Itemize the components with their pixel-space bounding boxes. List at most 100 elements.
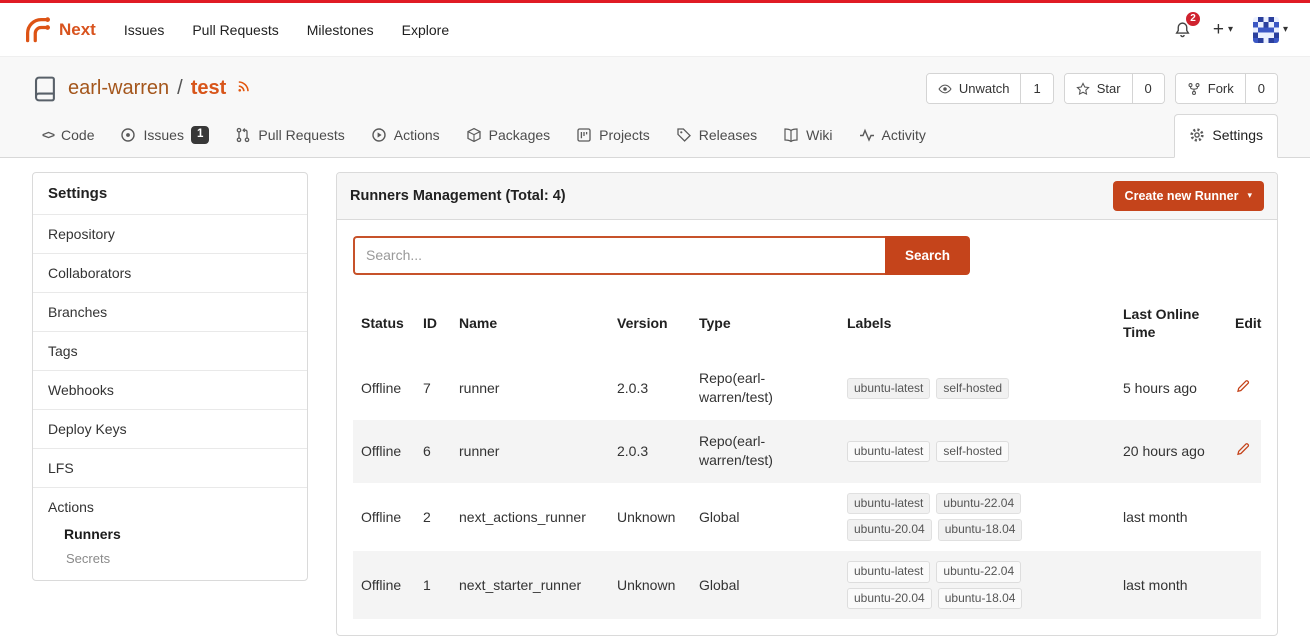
- repo-tab-bar: <> Code Issues 1 Pull Requests Actions: [32, 114, 1278, 157]
- edit-runner-button[interactable]: [1235, 441, 1251, 457]
- runner-labels: ubuntu-latest self-hosted: [847, 378, 1052, 400]
- tab-packages[interactable]: Packages: [456, 114, 560, 157]
- runner-id: 1: [415, 551, 451, 619]
- nav-link-explore[interactable]: Explore: [402, 22, 449, 38]
- runner-version: 2.0.3: [609, 357, 691, 420]
- fork-button-group: Fork 0: [1175, 73, 1278, 104]
- package-icon: [466, 127, 482, 143]
- star-icon: [1076, 82, 1090, 96]
- pull-request-icon: [235, 127, 251, 143]
- tab-releases[interactable]: Releases: [666, 114, 767, 157]
- runner-version: 2.0.3: [609, 420, 691, 483]
- runner-type: Repo(earl-warren/test): [691, 357, 839, 420]
- tag-icon: [676, 127, 692, 143]
- stars-count[interactable]: 0: [1133, 74, 1164, 103]
- repo-name-link[interactable]: test: [191, 77, 227, 100]
- tab-activity[interactable]: Activity: [849, 114, 936, 157]
- runner-last-online: 20 hours ago: [1115, 420, 1227, 483]
- pulse-icon: [859, 127, 875, 143]
- tab-settings[interactable]: Settings: [1174, 114, 1278, 158]
- book-icon: [783, 127, 799, 143]
- gear-icon: [1189, 127, 1205, 143]
- runner-last-online: last month: [1115, 483, 1227, 551]
- table-header-row: Status ID Name Version Type Labels Last …: [353, 289, 1261, 357]
- label-chip: ubuntu-22.04: [936, 561, 1021, 583]
- col-last-online: Last Online Time: [1115, 289, 1227, 357]
- runner-version: Unknown: [609, 551, 691, 619]
- sidebar-item-lfs[interactable]: LFS: [33, 448, 307, 487]
- runner-last-online: 5 hours ago: [1115, 357, 1227, 420]
- search-button[interactable]: Search: [885, 236, 970, 275]
- repo-separator: /: [177, 77, 183, 100]
- runner-status: Offline: [353, 357, 415, 420]
- avatar: [1253, 17, 1279, 43]
- runners-panel: Runners Management (Total: 4) Create new…: [336, 172, 1278, 637]
- label-chip: self-hosted: [936, 378, 1009, 400]
- home-link[interactable]: Next: [22, 15, 96, 45]
- runner-version: Unknown: [609, 483, 691, 551]
- create-new-menu-button[interactable]: + ▾: [1213, 20, 1233, 39]
- panel-title: Runners Management (Total: 4): [350, 188, 566, 204]
- sidebar-item-deploy-keys[interactable]: Deploy Keys: [33, 409, 307, 448]
- fork-label: Fork: [1208, 81, 1234, 96]
- label-chip: ubuntu-20.04: [847, 519, 932, 541]
- issues-count-badge: 1: [191, 126, 209, 144]
- tab-projects[interactable]: Projects: [566, 114, 660, 157]
- notifications-button[interactable]: 2: [1172, 17, 1193, 42]
- label-chip: self-hosted: [936, 441, 1009, 463]
- col-type: Type: [691, 289, 839, 357]
- runner-name: runner: [451, 357, 609, 420]
- watchers-count[interactable]: 1: [1021, 74, 1052, 103]
- edit-runner-button[interactable]: [1235, 378, 1251, 394]
- user-menu-button[interactable]: ▾: [1253, 17, 1288, 43]
- table-row: Offline 1 next_starter_runner Unknown Gl…: [353, 551, 1261, 619]
- repo-header-section: earl-warren / test Unwatch 1: [0, 57, 1310, 158]
- unwatch-button[interactable]: Unwatch: [927, 74, 1022, 103]
- star-button[interactable]: Star: [1065, 74, 1133, 103]
- table-row: Offline 2 next_actions_runner Unknown Gl…: [353, 483, 1261, 551]
- tab-wiki[interactable]: Wiki: [773, 114, 842, 157]
- sidebar-item-tags[interactable]: Tags: [33, 331, 307, 370]
- issue-icon: [120, 127, 136, 143]
- sidebar-item-webhooks[interactable]: Webhooks: [33, 370, 307, 409]
- sidebar-item-secrets[interactable]: Secrets: [33, 546, 307, 570]
- create-runner-button[interactable]: Create new Runner ▾: [1113, 181, 1264, 211]
- runner-last-online: last month: [1115, 551, 1227, 619]
- tab-actions[interactable]: Actions: [361, 114, 450, 157]
- sidebar-item-actions[interactable]: Actions: [33, 488, 307, 521]
- chevron-down-icon: ▾: [1228, 24, 1233, 35]
- sidebar-item-runners[interactable]: Runners: [33, 521, 307, 546]
- tab-code[interactable]: <> Code: [32, 114, 104, 157]
- runner-status: Offline: [353, 483, 415, 551]
- runner-name: next_starter_runner: [451, 551, 609, 619]
- sidebar-item-repository[interactable]: Repository: [33, 214, 307, 253]
- nav-link-pull-requests[interactable]: Pull Requests: [192, 22, 278, 38]
- table-row: Offline 7 runner 2.0.3 Repo(earl-warren/…: [353, 357, 1261, 420]
- nav-link-issues[interactable]: Issues: [124, 22, 164, 38]
- play-circle-icon: [371, 127, 387, 143]
- nav-link-milestones[interactable]: Milestones: [307, 22, 374, 38]
- sidebar-group-actions: Actions Runners Secrets: [33, 487, 307, 580]
- repo-owner-link[interactable]: earl-warren: [68, 77, 169, 100]
- chevron-down-icon: ▾: [1247, 190, 1252, 201]
- tab-issues[interactable]: Issues 1: [110, 114, 219, 157]
- forgejo-logo-icon: [22, 15, 52, 45]
- tab-pull-requests[interactable]: Pull Requests: [225, 114, 354, 157]
- search-input[interactable]: [353, 236, 885, 275]
- sidebar-item-branches[interactable]: Branches: [33, 292, 307, 331]
- forks-count[interactable]: 0: [1246, 74, 1277, 103]
- runner-labels: ubuntu-latest ubuntu-22.04 ubuntu-20.04 …: [847, 493, 1052, 541]
- rss-feed-icon[interactable]: [236, 79, 251, 94]
- star-button-group: Star 0: [1064, 73, 1165, 104]
- label-chip: ubuntu-latest: [847, 561, 930, 583]
- runner-labels: ubuntu-latest ubuntu-22.04 ubuntu-20.04 …: [847, 561, 1052, 609]
- eye-icon: [938, 82, 952, 96]
- runner-search-bar: Search: [353, 236, 1261, 275]
- fork-button[interactable]: Fork: [1176, 74, 1246, 103]
- sidebar-item-collaborators[interactable]: Collaborators: [33, 253, 307, 292]
- col-name: Name: [451, 289, 609, 357]
- col-status: Status: [353, 289, 415, 357]
- fork-icon: [1187, 82, 1201, 96]
- runner-status: Offline: [353, 420, 415, 483]
- runner-type: Global: [691, 551, 839, 619]
